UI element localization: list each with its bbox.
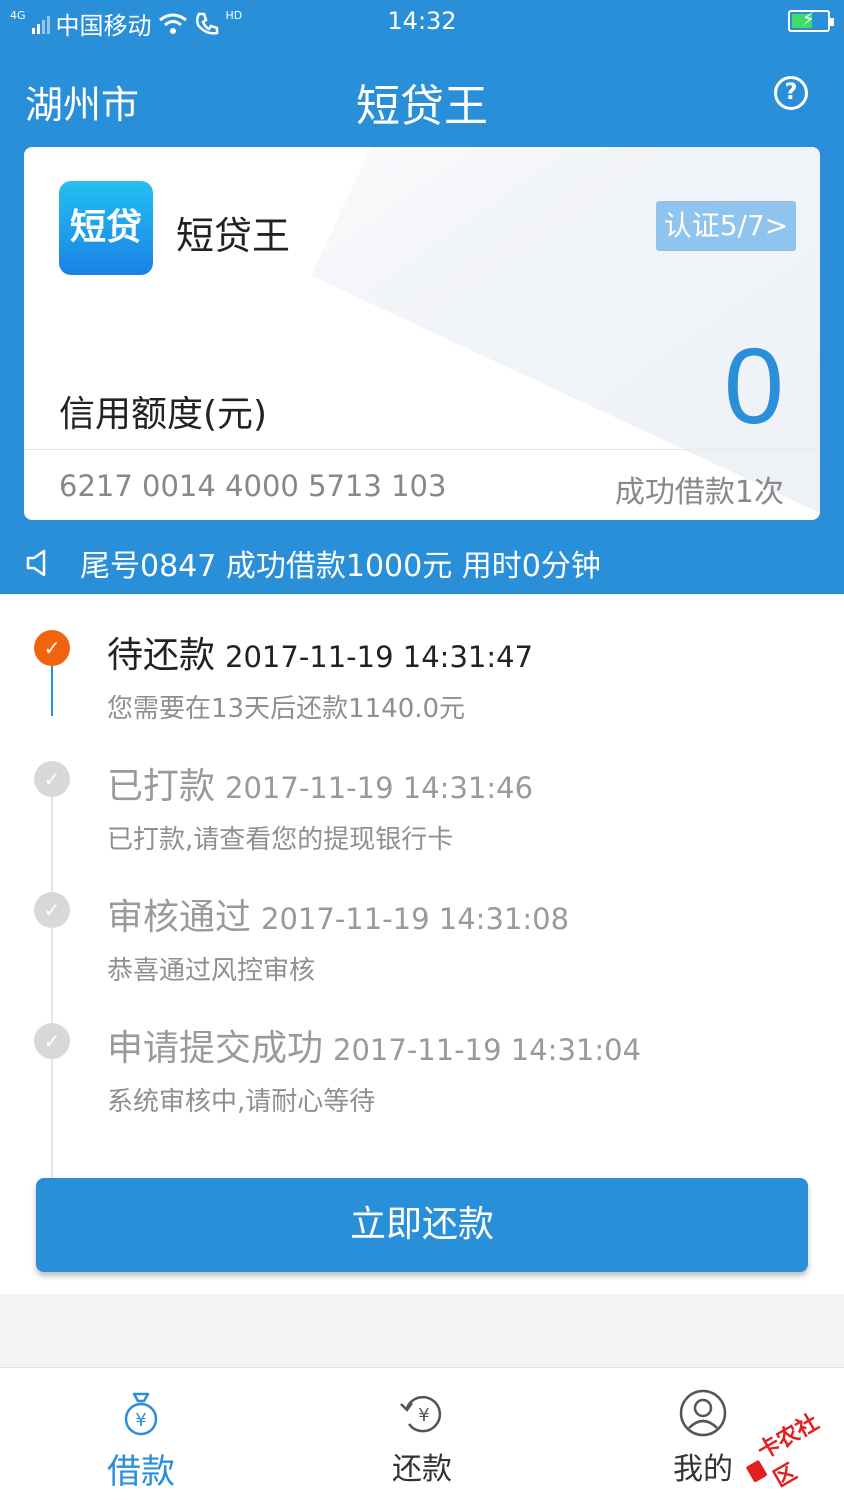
timeline-item: ✓ 已打款 2017-11-19 14:31:46 已打款,请查看您的提现银行卡 <box>0 735 844 855</box>
timeline-desc: 您需要在13天后还款1140.0元 <box>107 694 466 724</box>
verify-progress-button[interactable]: 认证5/7> <box>656 201 796 251</box>
status-bar: 4G 中国移动 HD 14:32 ⚡ <box>0 0 844 46</box>
timeline-desc: 已打款,请查看您的提现银行卡 <box>107 825 454 855</box>
timeline-time: 2017-11-19 14:31:04 <box>333 1033 642 1067</box>
loan-count: 成功借款1次 <box>614 475 784 510</box>
timeline-status: 待还款 <box>107 635 216 676</box>
bottom-nav: ¥ 借款 ¥ 还款 我的 <box>0 1367 844 1500</box>
credit-card: 短贷 短贷王 认证5/7> 信用额度(元) 0 6217 0014 4000 5… <box>24 147 820 520</box>
timeline-title: 待还款 2017-11-19 14:31:47 <box>107 626 533 678</box>
timeline-title: 审核通过 2017-11-19 14:31:08 <box>107 888 569 940</box>
timeline-status: 审核通过 <box>107 897 252 938</box>
page-title: 短贷王 <box>356 81 488 132</box>
notice-text: 尾号0847 成功借款1000元 用时0分钟 <box>80 549 601 584</box>
timeline-title: 已打款 2017-11-19 14:31:46 <box>107 757 533 809</box>
timeline-time: 2017-11-19 14:31:08 <box>261 902 570 936</box>
yen-refresh-icon: ¥ <box>400 1395 442 1433</box>
user-icon <box>679 1389 727 1437</box>
timeline-title: 申请提交成功 2017-11-19 14:31:04 <box>107 1019 641 1071</box>
timeline-item: ✓ 申请提交成功 2017-11-19 14:31:04 系统审核中,请耐心等待 <box>0 997 844 1117</box>
nav-label-borrow: 借款 <box>107 1452 175 1492</box>
credit-limit-value: 0 <box>723 325 784 446</box>
repay-now-button[interactable]: 立即还款 <box>36 1178 808 1272</box>
bank-card-number: 6217 0014 4000 5713 103 <box>59 469 447 503</box>
nav-label-repay: 还款 <box>392 1452 452 1487</box>
timeline-item: ✓ 审核通过 2017-11-19 14:31:08 恭喜通过风控审核 <box>0 866 844 986</box>
svg-text:¥: ¥ <box>418 1405 429 1426</box>
card-app-name: 短贷王 <box>176 214 291 258</box>
timeline-time: 2017-11-19 14:31:47 <box>225 640 534 674</box>
timeline-desc: 恭喜通过风控审核 <box>107 956 316 986</box>
timeline-time: 2017-11-19 14:31:46 <box>225 771 534 805</box>
credit-limit-label: 信用额度(元) <box>59 394 268 435</box>
app-logo: 短贷 <box>59 181 153 275</box>
check-icon: ✓ <box>34 892 70 928</box>
nav-item-borrow[interactable]: ¥ 借款 <box>71 1388 211 1493</box>
check-icon: ✓ <box>34 630 70 666</box>
status-time: 14:32 <box>387 7 457 35</box>
check-icon: ✓ <box>34 1023 70 1059</box>
speaker-icon <box>26 549 46 577</box>
header: 湖州市 短贷王 ? 短贷 短贷王 认证5/7> 信用额度(元) 0 6217 0… <box>0 46 844 594</box>
card-divider <box>24 449 820 450</box>
timeline-status: 申请提交成功 <box>107 1028 324 1069</box>
battery-icon: ⚡ <box>788 9 834 32</box>
question-circle-icon[interactable]: ? <box>774 76 808 110</box>
nav-item-repay[interactable]: ¥ 还款 <box>352 1388 492 1488</box>
notice-bar: 尾号0847 成功借款1000元 用时0分钟 <box>24 543 820 584</box>
timeline-desc: 系统审核中,请耐心等待 <box>107 1087 376 1117</box>
timeline-item: ✓ 待还款 2017-11-19 14:31:47 您需要在13天后还款1140.… <box>0 604 844 724</box>
timeline-status: 已打款 <box>107 766 216 807</box>
money-bag-icon: ¥ <box>124 1392 158 1436</box>
svg-text:¥: ¥ <box>135 1410 146 1431</box>
check-icon: ✓ <box>34 761 70 797</box>
